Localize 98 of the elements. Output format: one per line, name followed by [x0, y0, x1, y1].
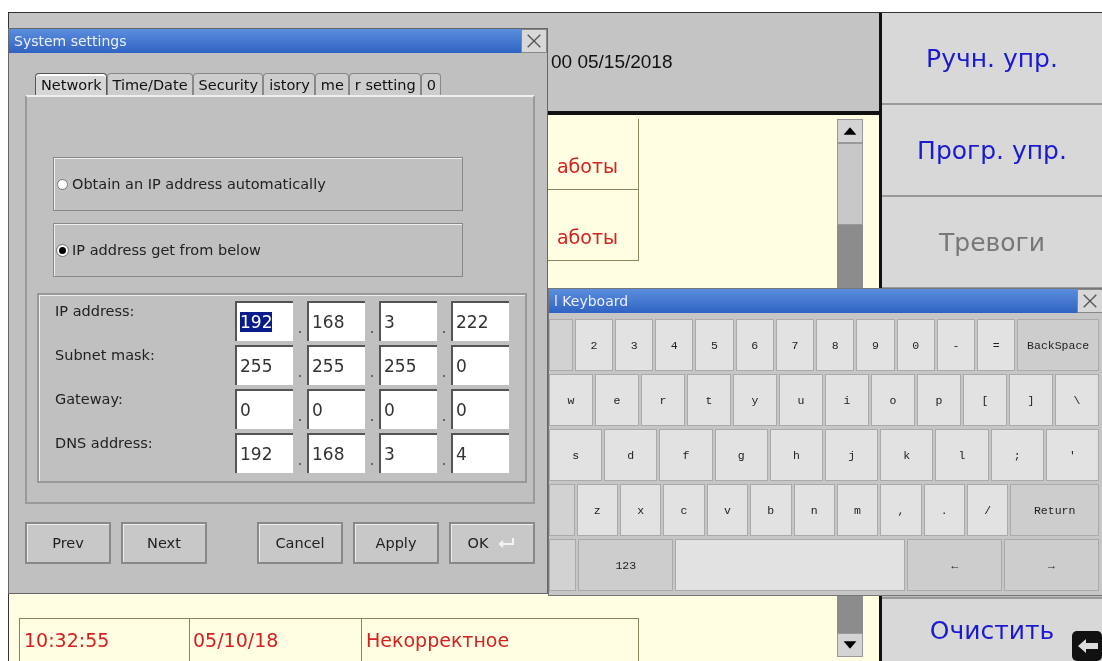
dialog-button[interactable]: Apply [353, 522, 439, 564]
keyboard-key[interactable]: \ [1055, 374, 1099, 426]
keyboard-key[interactable]: . [923, 484, 965, 536]
window-title: System settings [14, 33, 127, 49]
keyboard-key[interactable]: 5 [695, 319, 734, 371]
octet-field[interactable]: 0 [307, 389, 365, 429]
octet-field[interactable]: 3 [379, 433, 437, 473]
keyboard-key[interactable]: ← [907, 539, 1003, 591]
scroll-thumb[interactable] [837, 143, 863, 225]
field-label: IP address: [55, 302, 135, 319]
keyboard-key[interactable]: s [549, 429, 603, 481]
octet-field[interactable]: 222 [451, 301, 509, 341]
dialog-button[interactable]: Cancel [257, 522, 343, 564]
keyboard-key[interactable]: e [595, 374, 639, 426]
keyboard-key[interactable]: h [769, 429, 823, 481]
date-time-text: 00 05/15/2018 [551, 51, 673, 73]
tab[interactable]: Security [192, 73, 264, 95]
keyboard-key[interactable]: 3 [614, 319, 654, 371]
octet-field[interactable]: 255 [379, 345, 437, 385]
dialog-button[interactable]: OK [449, 522, 535, 564]
keyboard-key[interactable]: 2 [574, 319, 613, 371]
keyboard-key[interactable]: o [871, 374, 915, 426]
tab[interactable]: Network [35, 73, 107, 95]
octet-field[interactable]: 192 [235, 301, 293, 341]
octet-field[interactable]: 0 [235, 389, 293, 429]
octet-field[interactable]: 255 [235, 345, 293, 385]
tab[interactable]: r setting [348, 73, 421, 95]
octet-field[interactable]: 0 [451, 389, 509, 429]
event-message: аботы [556, 155, 618, 177]
radio-icon[interactable] [57, 178, 68, 190]
keyboard-key[interactable]: Return [1010, 484, 1099, 536]
keyboard-key[interactable]: j [825, 429, 879, 481]
tab[interactable]: istory [263, 73, 315, 95]
nav-button[interactable]: Prev [25, 522, 111, 564]
side-button[interactable]: Очистить [882, 597, 1102, 661]
field-label: Subnet mask: [55, 346, 155, 363]
keyboard-key[interactable]: l [935, 429, 989, 481]
keyboard-key[interactable]: m [836, 484, 879, 536]
tab[interactable]: me [314, 73, 349, 95]
octet-field[interactable]: 0 [451, 345, 509, 385]
keyboard-key[interactable]: / [967, 484, 1009, 536]
keyboard-key[interactable]: r [641, 374, 685, 426]
keyboard-key[interactable]: 4 [655, 319, 694, 371]
keyboard-key[interactable]: y [733, 374, 777, 426]
octet-field[interactable]: 168 [307, 301, 365, 341]
octet-field[interactable]: 168 [307, 433, 365, 473]
keyboard-key[interactable]: ' [1045, 429, 1100, 481]
keyboard-key[interactable]: [ [963, 374, 1007, 426]
keyboard-key[interactable]: p [917, 374, 961, 426]
keyboard-key[interactable]: ] [1009, 374, 1053, 426]
octet-field[interactable]: 3 [379, 301, 437, 341]
radio-option[interactable]: Obtain an IP address automatically [54, 176, 326, 192]
nav-button[interactable]: Next [121, 522, 207, 564]
keyboard-key[interactable]: n [793, 484, 835, 536]
keyboard-key[interactable]: 7 [775, 319, 815, 371]
octet-field[interactable]: 4 [451, 433, 509, 473]
keyboard-key[interactable]: = [977, 319, 1016, 371]
enter-icon [496, 536, 517, 550]
keyboard-key[interactable]: 0 [896, 319, 935, 371]
event-message: аботы [556, 226, 618, 248]
keyboard-key[interactable]: → [1004, 539, 1099, 591]
keyboard-key[interactable]: 9 [856, 319, 895, 371]
keyboard-key[interactable]: , [880, 484, 922, 536]
event-date: 05/10/18 [193, 629, 279, 651]
keyboard-key[interactable]: b [750, 484, 792, 536]
octet-field[interactable]: 0 [379, 389, 437, 429]
window-title: l Keyboard [554, 293, 629, 309]
scroll-up-icon[interactable] [837, 119, 863, 143]
tab[interactable]: Time/Date [106, 73, 193, 95]
radio-option[interactable]: IP address get from below [54, 242, 261, 258]
keyboard-key[interactable]: u [779, 374, 823, 426]
event-message: Некорректное [366, 629, 510, 651]
side-button[interactable]: Прогр. упр. [882, 105, 1102, 197]
tab[interactable]: 0 [420, 73, 441, 95]
field-label: Gateway: [55, 390, 123, 407]
keyboard-key[interactable]: BackSpace [1017, 319, 1099, 371]
octet-field[interactable]: 255 [307, 345, 365, 385]
field-label: DNS address: [55, 434, 153, 451]
octet-field[interactable]: 192 [235, 433, 293, 473]
keyboard-key[interactable]: c [663, 484, 705, 536]
event-time: 10:32:55 [24, 629, 110, 651]
keyboard-key[interactable]: 123 [578, 539, 674, 591]
keyboard-key[interactable]: - [936, 319, 976, 371]
keyboard-key[interactable]: ; [990, 429, 1044, 481]
keyboard-key[interactable]: 8 [816, 319, 855, 371]
keyboard-key[interactable]: w [549, 374, 593, 426]
keyboard-key[interactable]: d [604, 429, 658, 481]
keyboard-key[interactable]: t [687, 374, 731, 426]
keyboard-key[interactable]: i [825, 374, 869, 426]
keyboard-key[interactable]: g [714, 429, 768, 481]
keyboard-key[interactable]: k [880, 429, 934, 481]
keyboard-key[interactable]: f [659, 429, 713, 481]
keyboard-key[interactable]: 6 [735, 319, 774, 371]
side-button[interactable]: Ручн. упр. [882, 13, 1102, 105]
scroll-down-icon[interactable] [837, 633, 863, 657]
keyboard-key[interactable]: v [706, 484, 749, 536]
keyboard-key[interactable]: z [576, 484, 618, 536]
keyboard-key[interactable]: x [620, 484, 662, 536]
